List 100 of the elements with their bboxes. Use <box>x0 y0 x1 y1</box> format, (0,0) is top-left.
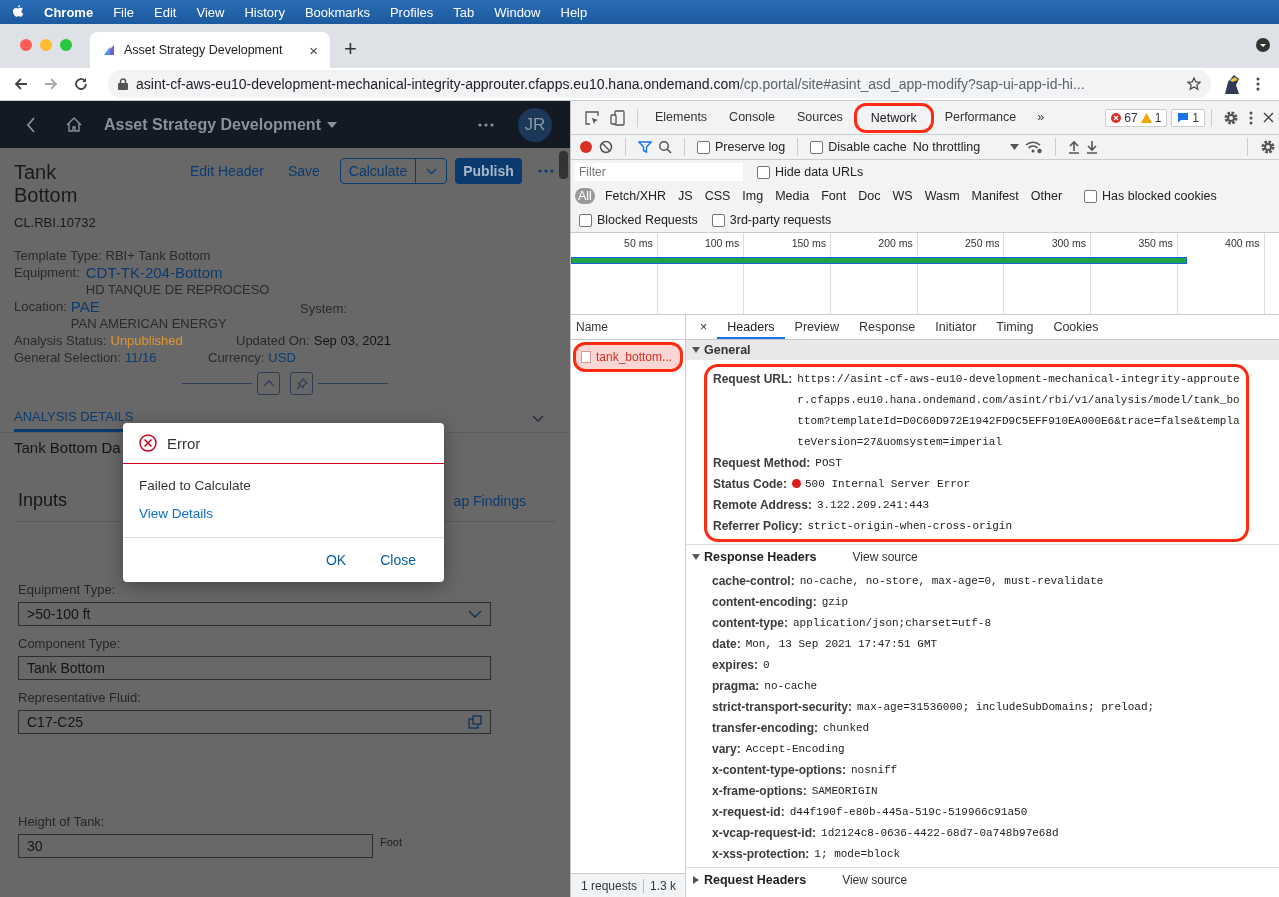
home-icon[interactable] <box>66 117 82 132</box>
menu-item[interactable]: Tab <box>453 4 475 20</box>
checkbox-box[interactable] <box>1084 189 1098 203</box>
menu-item[interactable]: Window <box>494 4 541 20</box>
triangle-icon[interactable] <box>692 346 700 354</box>
filter-icon[interactable] <box>638 140 652 154</box>
triangle-icon[interactable] <box>692 553 700 561</box>
star-icon[interactable] <box>1187 77 1201 91</box>
triangle-icon[interactable] <box>692 876 700 884</box>
throttling-dropdown[interactable]: No throttling <box>912 140 1020 154</box>
devtools-tab[interactable]: Network <box>853 102 934 133</box>
more-vertical-icon[interactable] <box>1256 77 1260 91</box>
app-title[interactable]: Asset Strategy Development <box>104 115 321 134</box>
more-icon[interactable] <box>478 122 494 127</box>
filter-field[interactable]: Filter <box>575 163 743 181</box>
checkbox-box[interactable] <box>579 213 592 227</box>
devtools-tab[interactable]: Console <box>718 101 786 134</box>
header-key: transfer-encoding: <box>712 718 818 739</box>
checkbox[interactable]: Has blocked cookies <box>1084 189 1217 203</box>
menu-item[interactable]: Edit <box>154 4 177 20</box>
checkbox-box[interactable] <box>757 165 770 179</box>
menu-item[interactable]: Bookmarks <box>304 4 370 20</box>
request-row[interactable]: tank_bottom... <box>573 342 683 372</box>
menu-item[interactable]: Help <box>560 4 588 20</box>
checkbox[interactable]: 3rd-party requests <box>711 213 832 227</box>
upload-icon[interactable] <box>1068 140 1081 154</box>
back-icon[interactable] <box>26 116 36 133</box>
devtools-tab[interactable]: Elements <box>644 101 719 134</box>
devtools-tab[interactable]: Sources <box>786 101 854 134</box>
type-filter-button[interactable]: WS <box>890 188 915 204</box>
checkbox-box[interactable] <box>810 140 824 154</box>
view-details-link[interactable]: View Details <box>139 506 214 521</box>
more-tabs-button[interactable]: » <box>1027 101 1055 134</box>
type-filter-button[interactable]: CSS <box>702 188 733 204</box>
scrollbar-thumb[interactable] <box>559 151 568 179</box>
detail-tab[interactable]: Timing <box>986 315 1044 339</box>
header-value: SAMEORIGIN <box>811 784 878 799</box>
menu-item[interactable]: History <box>244 4 285 20</box>
view-source-link[interactable]: View source <box>836 872 914 888</box>
type-filter-button[interactable]: Doc <box>856 188 883 204</box>
close-icon[interactable] <box>1263 112 1274 123</box>
view-source-link[interactable]: View source <box>846 549 924 565</box>
tab-search-icon[interactable] <box>1256 38 1270 52</box>
menu-item[interactable]: File <box>113 4 135 20</box>
close-tab-button[interactable]: × <box>309 41 318 59</box>
lock-icon[interactable] <box>118 78 128 90</box>
type-filter-button[interactable]: Wasm <box>922 188 962 204</box>
app-menu[interactable]: Chrome <box>44 4 94 20</box>
messages-badge[interactable]: 1 <box>1171 108 1205 127</box>
type-filter-button[interactable]: Manifest <box>969 188 1021 204</box>
type-filter-button[interactable]: Media <box>773 188 812 204</box>
checkbox[interactable]: Disable cache <box>810 140 907 154</box>
new-tab-button[interactable]: + <box>344 36 357 62</box>
search-icon[interactable] <box>658 140 672 154</box>
caret-icon[interactable] <box>326 121 337 128</box>
reload-icon[interactable] <box>74 77 88 91</box>
address-bar[interactable]: asint-cf-aws-eu10-development-mechanical-integrity-approuter.cfapps.eu10.hana.ondemand.com/cp.portal/site#asint_asd_app-modify?sap-ui-app-id-hi... <box>108 70 1211 98</box>
clear-icon[interactable] <box>599 140 613 154</box>
devtools-tab[interactable]: Performance <box>933 101 1028 134</box>
type-filter-button[interactable]: Font <box>819 188 849 204</box>
checkbox[interactable]: Preserve log <box>697 140 786 154</box>
detail-tab[interactable]: Response <box>849 315 926 339</box>
menu-item[interactable]: View <box>196 4 225 20</box>
publish-button[interactable]: Publish <box>455 158 522 184</box>
inspect-icon[interactable] <box>584 109 600 126</box>
more-vertical-icon[interactable] <box>1249 110 1253 125</box>
checkbox-box[interactable] <box>697 140 710 154</box>
wifi-settings-icon[interactable] <box>1025 140 1044 154</box>
checkbox-box[interactable] <box>711 213 725 227</box>
dialog-button[interactable]: Close <box>368 546 428 574</box>
apple-icon[interactable] <box>12 5 24 19</box>
type-filter-button[interactable]: JS <box>676 188 695 204</box>
browser-tab[interactable]: Asset Strategy Development × <box>90 32 330 68</box>
type-filter-button[interactable]: Other <box>1028 188 1065 204</box>
detail-tab[interactable]: Preview <box>784 315 850 339</box>
detail-tab[interactable]: Initiator <box>925 315 987 339</box>
back-icon[interactable] <box>14 77 28 91</box>
detail-tab[interactable]: Headers <box>717 315 785 339</box>
device-icon[interactable] <box>610 109 626 126</box>
app-logo-icon <box>102 43 116 57</box>
menu-item[interactable]: Profiles <box>389 4 434 20</box>
column-header[interactable]: Name <box>571 315 685 340</box>
timeline-overview[interactable]: 50 ms 100 ms 150 ms 200 ms 250 ms 300 ms 350 ms 400 ms <box>571 233 1279 315</box>
settings-icon[interactable] <box>1223 109 1239 126</box>
type-filter-button[interactable]: Img <box>740 188 766 204</box>
checkbox[interactable]: Hide data URLs <box>757 165 864 179</box>
dialog-button[interactable]: OK <box>313 546 359 574</box>
issues-badge[interactable]: 67 1 <box>1105 108 1168 127</box>
chevron-down-icon[interactable] <box>532 415 544 422</box>
chevron-down-icon[interactable] <box>468 610 482 618</box>
close-panel-button[interactable]: × <box>690 315 718 339</box>
user-avatar[interactable]: JR <box>518 107 552 142</box>
detail-tab[interactable]: Cookies <box>1043 315 1109 339</box>
checkbox[interactable]: Blocked Requests <box>579 213 698 227</box>
settings-icon[interactable] <box>1260 139 1276 155</box>
type-filter-button[interactable]: Fetch/XHR <box>602 188 669 204</box>
template-type: Template Type: RBI+ Tank Bottom <box>14 247 212 264</box>
error-message: Failed to Calculate <box>139 478 252 493</box>
download-icon[interactable] <box>1086 140 1099 154</box>
record-icon[interactable] <box>579 140 593 154</box>
